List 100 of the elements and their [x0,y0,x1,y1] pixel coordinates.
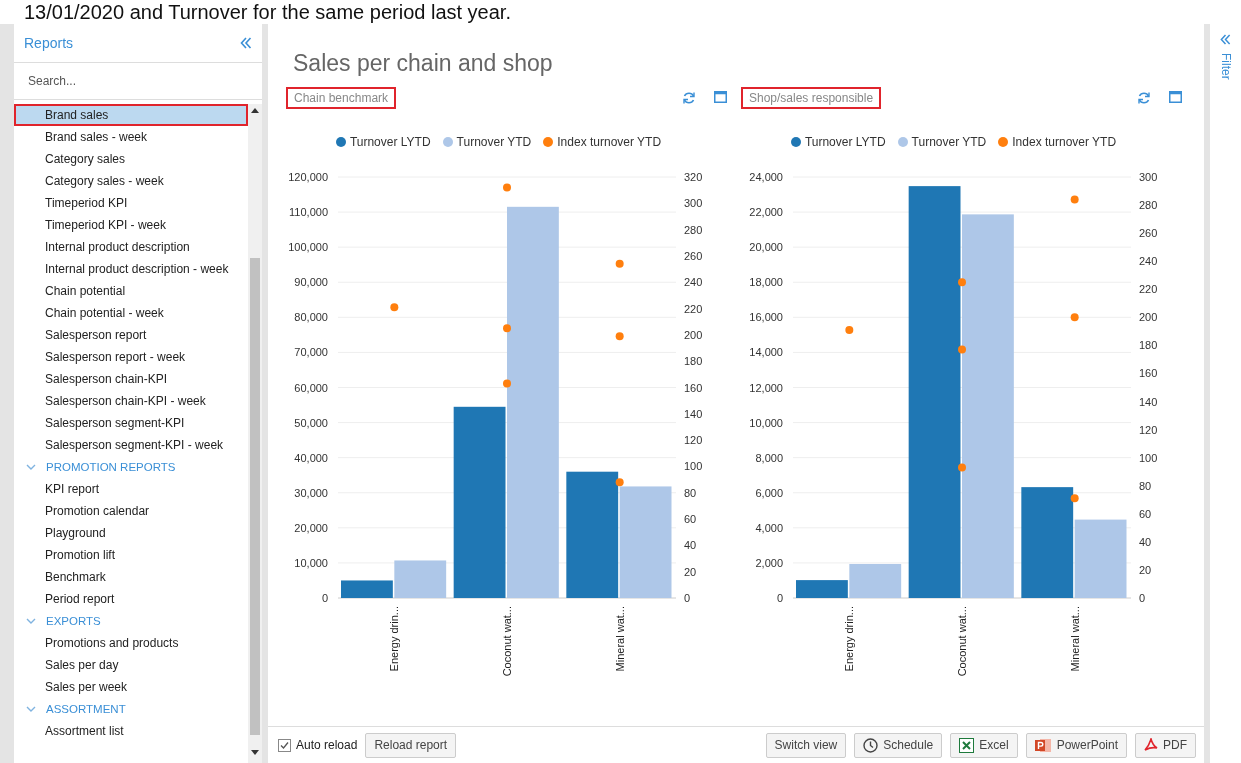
report-item[interactable]: Brand sales - week [14,126,248,148]
scroll-up-icon[interactable] [251,108,259,113]
report-item[interactable]: Period report [14,588,248,610]
report-item[interactable]: Salesperson report - week [14,346,248,368]
toolbar-button[interactable]: Excel [950,732,1018,758]
axis-label: 0 [684,592,691,604]
axis-label: 110,000 [289,206,328,219]
auto-reload-checkbox[interactable]: Auto reload [278,738,358,752]
data-point [503,324,511,333]
legend-item[interactable]: Turnover LYTD [335,135,431,149]
maximize-icon[interactable] [714,91,727,103]
scroll-down-icon[interactable] [251,750,259,755]
report-item[interactable]: Salesperson report [14,324,248,346]
legend-item[interactable]: Index turnover YTD [543,135,662,149]
axis-label: 320 [684,171,703,183]
report-item[interactable]: Sales per week [14,676,248,698]
section-header[interactable]: PROMOTION REPORTS [14,456,248,478]
axis-label: 240 [1139,255,1158,268]
axis-label: 200 [684,328,703,341]
category-label: Energy drin... [843,606,856,672]
report-item[interactable]: Promotion lift [14,544,248,566]
scrollbar[interactable] [248,104,262,763]
report-item[interactable]: Playground [14,522,248,544]
axis-label: 60 [684,513,697,526]
report-item[interactable]: KPI report [14,478,248,500]
axis-label: 200 [1139,311,1158,324]
data-point [503,183,511,192]
report-item[interactable]: Sales per day [14,654,248,676]
data-point [1070,313,1079,322]
axis-label: 50,000 [294,416,328,429]
filter-tab[interactable]: Filter [1218,53,1233,80]
axis-label: 90,000 [294,276,328,289]
report-item[interactable]: Salesperson segment-KPI [14,412,248,434]
axis-label: 20,000 [749,241,783,254]
axis-label: 8,000 [755,451,783,464]
axis-label: 14,000 [749,346,783,359]
axis-label: 160 [1139,367,1158,380]
maximize-icon[interactable] [1169,91,1182,103]
data-point [615,259,624,268]
report-item[interactable]: Timeperiod KPI - week [14,214,248,236]
axis-label: 100 [684,460,703,473]
legend-item[interactable]: Turnover YTD [442,135,532,149]
presentation-icon [1034,737,1052,753]
axis-label: 4,000 [755,521,783,534]
axis-label: 10,000 [294,556,328,569]
report-item[interactable]: Salesperson segment-KPI - week [14,434,248,456]
axis-label: 40,000 [294,451,328,464]
report-item[interactable]: Assortment list [14,720,248,742]
axis-label: 240 [684,276,703,289]
report-item[interactable]: Chain potential [14,280,248,302]
data-point [1070,494,1079,503]
axis-label: 60,000 [294,381,328,394]
chevron-icon [26,705,36,713]
report-item[interactable]: Salesperson chain-KPI - week [14,390,248,412]
axis-label: 0 [321,592,328,604]
category-label: Energy drin... [388,606,401,672]
report-item[interactable]: Salesperson chain-KPI [14,368,248,390]
data-point [958,345,966,354]
toolbar-button[interactable]: PowerPoint [1025,732,1127,758]
report-item[interactable]: Category sales [14,148,248,170]
document-icon [1144,737,1158,753]
toolbar-button[interactable]: PDF [1135,732,1196,758]
axis-label: 180 [1139,339,1158,352]
report-item[interactable]: Timeperiod KPI [14,192,248,214]
report-item[interactable]: Internal product description [14,236,248,258]
axis-label: 30,000 [294,486,328,499]
toolbar-button[interactable]: Schedule [854,732,943,758]
refresh-icon[interactable] [682,91,696,105]
axis-label: 100,000 [288,241,328,254]
report-item[interactable]: Category sales - week [14,170,248,192]
reload-button[interactable]: Reload report [365,732,457,758]
report-item[interactable]: Benchmark [14,566,248,588]
axis-label: 24,000 [749,171,783,183]
collapse-icon[interactable] [240,37,252,49]
data-point [615,478,624,487]
chart-title: Shop/sales responsible [741,87,882,109]
legend-item[interactable]: Index turnover YTD [998,135,1117,149]
report-item[interactable]: Brand sales [14,104,248,126]
axis-label: 140 [684,407,703,420]
data-point [958,463,966,472]
refresh-icon[interactable] [1137,91,1151,105]
axis-label: 120,000 [288,171,328,183]
report-item[interactable]: Internal product description - week [14,258,248,280]
axis-label: 260 [684,249,703,262]
axis-label: 6,000 [755,486,783,499]
axis-label: 22,000 [749,206,783,219]
data-point [503,379,511,388]
legend-item[interactable]: Turnover YTD [897,135,987,149]
toolbar-button[interactable]: Switch view [765,732,847,758]
report-item[interactable]: Chain potential - week [14,302,248,324]
section-header[interactable]: ASSORTMENT [14,698,248,720]
expand-icon[interactable] [1220,34,1231,45]
caption-text: 13/01/2020 and Turnover for the same period last year. [24,0,511,24]
legend-item[interactable]: Turnover LYTD [790,135,886,149]
axis-label: 12,000 [749,381,783,394]
report-item[interactable]: Promotion calendar [14,500,248,522]
clock-icon [863,737,879,753]
report-item[interactable]: Promotions and products [14,632,248,654]
axis-label: 80 [1139,479,1152,492]
axis-label: 280 [684,223,703,236]
